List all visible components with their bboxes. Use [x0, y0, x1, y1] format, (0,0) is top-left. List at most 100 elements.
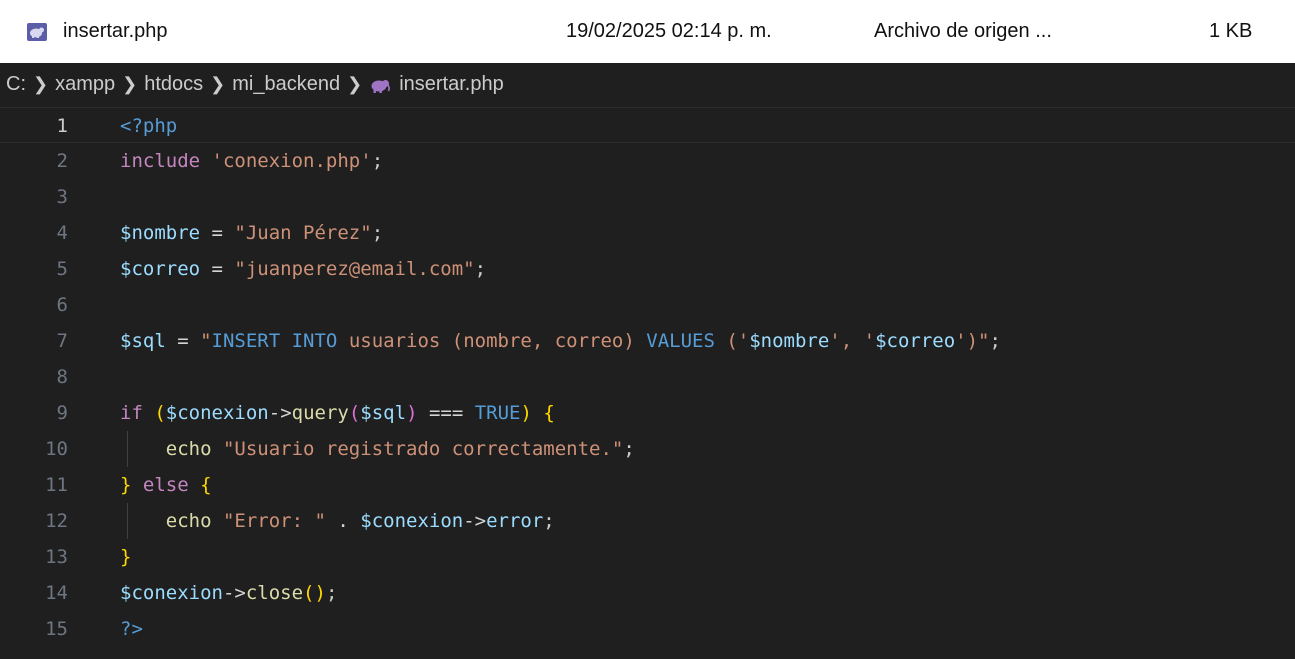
- code-line[interactable]: 13}: [0, 539, 1295, 575]
- code-line[interactable]: 9 if ($conexion->query($sql) === TRUE) {: [0, 395, 1295, 431]
- code-text: echo "Usuario registrado correctamente."…: [120, 431, 635, 467]
- breadcrumb-item-drive[interactable]: C:: [6, 73, 26, 96]
- code-token: (': [714, 330, 750, 352]
- chevron-right-icon: ❯: [33, 73, 49, 94]
- code-token: (: [154, 402, 166, 424]
- code-area[interactable]: 1 <?php 2 include 'conexion.php'; 3 4 $nombre …: [0, 105, 1295, 659]
- breadcrumb: C: ❯ xampp ❯ htdocs ❯ mi_backend ❯ inser…: [0, 63, 1295, 105]
- code-token: ->: [463, 510, 487, 532]
- code-token: "juanperez@email.com": [234, 258, 475, 280]
- code-token: $conexion: [360, 510, 464, 532]
- code-token: $correo: [120, 258, 201, 280]
- code-line[interactable]: 10 echo "Usuario registrado correctament…: [0, 431, 1295, 467]
- code-line[interactable]: 1 <?php: [0, 107, 1295, 143]
- php-file-icon: [27, 23, 47, 41]
- breadcrumb-item-file[interactable]: insertar.php: [399, 73, 504, 96]
- code-token: =: [165, 330, 201, 352]
- code-token: (: [348, 402, 361, 424]
- code-token: echo: [120, 438, 212, 460]
- breadcrumb-item-mi-backend[interactable]: mi_backend: [232, 73, 340, 96]
- code-token: error: [486, 510, 544, 532]
- code-line[interactable]: 4 $nombre = "Juan Pérez";: [0, 215, 1295, 251]
- code-token: ->: [268, 402, 292, 424]
- line-number: 14: [45, 582, 68, 604]
- code-token: ;: [371, 222, 384, 244]
- code-token: $conexion: [120, 582, 223, 604]
- line-number: 15: [45, 618, 68, 640]
- code-token: ;: [371, 150, 384, 172]
- file-type: Archivo de origen ...: [874, 20, 1052, 42]
- code-token: {: [543, 402, 555, 424]
- code-text: include 'conexion.php';: [120, 143, 383, 179]
- code-text: <?php: [120, 108, 177, 144]
- code-token: ;: [325, 582, 338, 604]
- code-token: query: [291, 402, 349, 424]
- code-line[interactable]: 7 $sql = "INSERT INTO usuarios (nombre, c…: [0, 323, 1295, 359]
- code-editor[interactable]: C: ❯ xampp ❯ htdocs ❯ mi_backend ❯ inser…: [0, 63, 1295, 659]
- code-token: =: [200, 222, 235, 244]
- code-token: ', ': [829, 330, 876, 352]
- code-token: "Error: ": [222, 510, 326, 532]
- line-number: 7: [56, 330, 68, 352]
- line-number: 4: [56, 222, 68, 244]
- code-text: $sql = "INSERT INTO usuarios (nombre, co…: [120, 323, 1001, 359]
- code-token: "Juan Pérez": [234, 222, 372, 244]
- code-line[interactable]: 14 $conexion->close();: [0, 575, 1295, 611]
- code-text: if ($conexion->query($sql) === TRUE) {: [120, 395, 555, 431]
- code-token: $correo: [875, 330, 956, 352]
- breadcrumb-item-htdocs[interactable]: htdocs: [144, 73, 203, 96]
- chevron-right-icon: ❯: [210, 73, 226, 94]
- code-line[interactable]: 8: [0, 359, 1295, 395]
- code-line[interactable]: 15 ?>: [0, 611, 1295, 647]
- code-token: 'conexion.php': [211, 150, 372, 172]
- code-text: echo "Error: " . $conexion->error;: [120, 503, 555, 539]
- code-token: .: [325, 510, 361, 532]
- chevron-right-icon: ❯: [347, 73, 363, 94]
- breadcrumb-item-xampp[interactable]: xampp: [55, 73, 115, 96]
- code-line[interactable]: 6: [0, 287, 1295, 323]
- code-token: <?php: [120, 115, 178, 137]
- code-token: $sql: [120, 330, 166, 352]
- line-number: 13: [45, 546, 68, 568]
- code-token: ;: [474, 258, 487, 280]
- code-token: VALUES: [646, 330, 715, 352]
- code-token: }: [120, 474, 132, 496]
- code-line[interactable]: 11} else {: [0, 467, 1295, 503]
- code-token: ===: [417, 402, 475, 424]
- line-number: 11: [45, 474, 68, 496]
- line-number: 6: [56, 294, 68, 316]
- line-number: 3: [56, 186, 68, 208]
- line-number: 8: [56, 366, 68, 388]
- code-line[interactable]: 12 echo "Error: " . $conexion->error;: [0, 503, 1295, 539]
- code-text: }: [120, 539, 131, 575]
- code-token: {: [200, 474, 212, 496]
- code-token: ;: [623, 438, 635, 460]
- code-text: $correo = "juanperez@email.com";: [120, 251, 486, 287]
- code-token: "Usuario registrado correctamente.": [222, 438, 624, 460]
- code-token: if: [120, 402, 143, 424]
- code-token: ;: [989, 330, 1001, 352]
- code-token: ->: [222, 582, 246, 604]
- code-line[interactable]: 2 include 'conexion.php';: [0, 143, 1295, 179]
- code-token: =: [200, 258, 235, 280]
- code-token: (: [303, 582, 315, 604]
- code-line[interactable]: 3: [0, 179, 1295, 215]
- code-text: ?>: [120, 611, 143, 647]
- file-list-row[interactable]: insertar.php 19/02/2025 02:14 p. m. Arch…: [0, 0, 1295, 63]
- code-token: ): [406, 402, 418, 424]
- code-token: $sql: [360, 402, 407, 424]
- code-line[interactable]: 5 $correo = "juanperez@email.com";: [0, 251, 1295, 287]
- code-token: ;: [543, 510, 555, 532]
- code-token: ": [200, 330, 212, 352]
- code-token: else: [142, 474, 189, 496]
- line-number: 2: [56, 150, 68, 172]
- code-token: ): [314, 582, 326, 604]
- code-token: ?>: [120, 618, 143, 640]
- code-token: include: [120, 150, 201, 172]
- code-token: TRUE: [474, 402, 521, 424]
